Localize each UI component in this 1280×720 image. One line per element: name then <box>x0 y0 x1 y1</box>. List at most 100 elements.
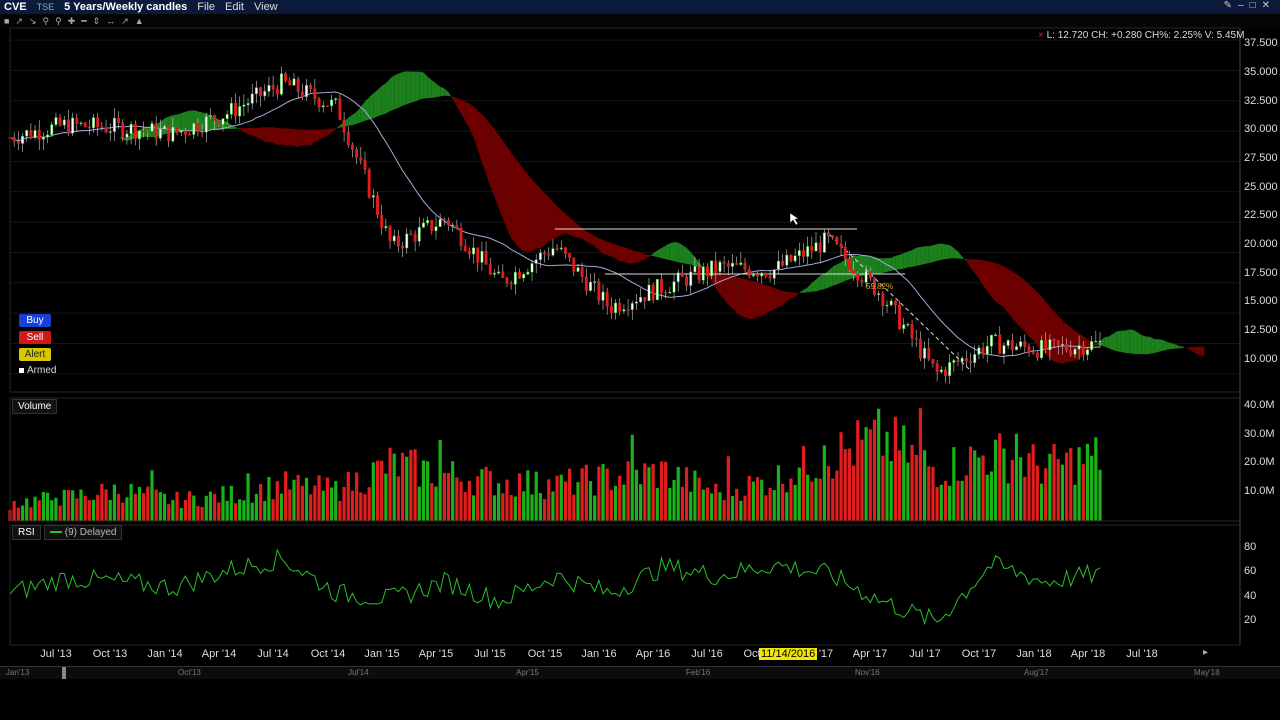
cloud-segment <box>461 99 466 121</box>
scroll-right-icon[interactable]: ▸ <box>1203 647 1208 658</box>
cloud-segment <box>816 275 821 292</box>
volume-bar <box>83 495 87 521</box>
cloud-segment <box>623 246 629 264</box>
candle-body <box>822 232 826 253</box>
volume-bar <box>973 450 977 521</box>
candle-body <box>355 149 359 158</box>
volume-bar <box>137 486 142 521</box>
cursor-date: 11/14/2016 <box>759 648 818 660</box>
cloud-segment <box>323 128 328 138</box>
close-icon[interactable]: × <box>1038 30 1044 41</box>
cloud-segment <box>932 243 938 263</box>
sell-button[interactable]: Sell <box>19 331 51 344</box>
cloud-segment <box>953 247 959 259</box>
volume-bar <box>380 460 384 521</box>
candle-body <box>618 302 622 312</box>
candle-body <box>981 347 985 355</box>
cloud-segment <box>974 259 979 279</box>
rsi-panel-title[interactable]: RSI <box>12 525 41 540</box>
candle-body <box>167 125 171 142</box>
volume-bar <box>943 480 948 521</box>
time-tick: Jan '15 <box>364 648 400 660</box>
volume-panel-title[interactable]: Volume <box>12 399 58 414</box>
candle-body <box>242 104 246 107</box>
buy-button[interactable]: Buy <box>19 314 51 327</box>
cloud-segment <box>1133 329 1138 355</box>
volume-bar <box>918 408 923 521</box>
volume-bar <box>204 495 208 521</box>
volume-bar <box>517 473 522 521</box>
cloud-segment <box>1141 335 1146 355</box>
cloud-segment <box>1179 346 1184 349</box>
candle-body <box>609 305 613 314</box>
volume-bar <box>492 495 497 521</box>
cloud-segment <box>653 250 658 258</box>
candle-body <box>898 304 901 329</box>
candle-body <box>944 369 947 377</box>
candle-body <box>234 102 237 117</box>
candle-body <box>442 219 446 221</box>
volume-bar <box>484 466 488 521</box>
candle-body <box>973 354 977 363</box>
volume-bar <box>54 497 58 521</box>
cloud-segment <box>577 224 583 239</box>
volume-bar <box>922 450 927 521</box>
volume-bar <box>910 444 914 521</box>
volume-bar <box>747 475 751 521</box>
candle-body <box>87 126 91 129</box>
candle-body <box>948 362 952 377</box>
cloud-segment <box>753 281 758 319</box>
cloud-segment <box>264 127 269 143</box>
candle-body <box>351 144 354 150</box>
candle-body <box>789 254 793 262</box>
candle-body <box>1081 345 1085 356</box>
volume-bar <box>906 462 910 521</box>
volume-bar <box>1044 468 1048 521</box>
cloud-segment <box>799 289 804 293</box>
candle-body <box>125 133 129 138</box>
mouse-cursor-icon <box>789 212 800 226</box>
candle-body <box>760 272 764 277</box>
cloud-segment <box>807 282 812 293</box>
rsi-params[interactable]: (9) Delayed <box>44 525 123 540</box>
candle-body <box>1015 346 1018 351</box>
cloud-segment <box>811 279 817 292</box>
candle-body <box>998 334 1002 355</box>
time-tick: Jul '14 <box>257 648 289 660</box>
volume-bar <box>1035 465 1039 521</box>
candle-body <box>497 271 501 274</box>
candle-body <box>994 334 998 337</box>
volume-bar <box>459 481 463 521</box>
cloud-segment <box>790 292 796 298</box>
cloud-segment <box>987 260 992 298</box>
rsi-tick: 40 <box>1244 590 1257 602</box>
cloud-segment <box>523 169 528 252</box>
volume-bar <box>735 488 739 521</box>
volume-bar <box>229 485 233 521</box>
navigator-handle[interactable] <box>62 667 66 679</box>
candle-body <box>321 105 325 108</box>
volume-bar <box>200 507 204 521</box>
time-navigator[interactable]: Jan'13 Oct'13 Jul'14 Apr'15 Feb'16 Nov'1… <box>0 666 1280 679</box>
volume-bar <box>948 485 952 521</box>
cloud-segment <box>377 85 382 117</box>
candle-body <box>463 245 467 252</box>
candle-body <box>877 293 881 295</box>
volume-bar <box>309 494 313 521</box>
candle-body <box>626 309 630 311</box>
cloud-segment <box>694 257 700 267</box>
chart-canvas[interactable] <box>0 0 1280 666</box>
cloud-segment <box>907 250 913 268</box>
candle-body <box>1090 341 1094 350</box>
volume-bar <box>217 502 221 521</box>
armed-checkbox[interactable] <box>19 368 24 373</box>
candle-body <box>956 360 960 362</box>
volume-bar <box>355 472 359 521</box>
candle-body <box>121 122 125 138</box>
candle-body <box>726 263 730 267</box>
armed-toggle[interactable]: Armed <box>19 365 56 376</box>
cloud-segment <box>319 129 324 140</box>
volume-bar <box>405 456 409 521</box>
alert-button[interactable]: Alert <box>19 348 51 361</box>
cloud-segment <box>628 248 633 264</box>
